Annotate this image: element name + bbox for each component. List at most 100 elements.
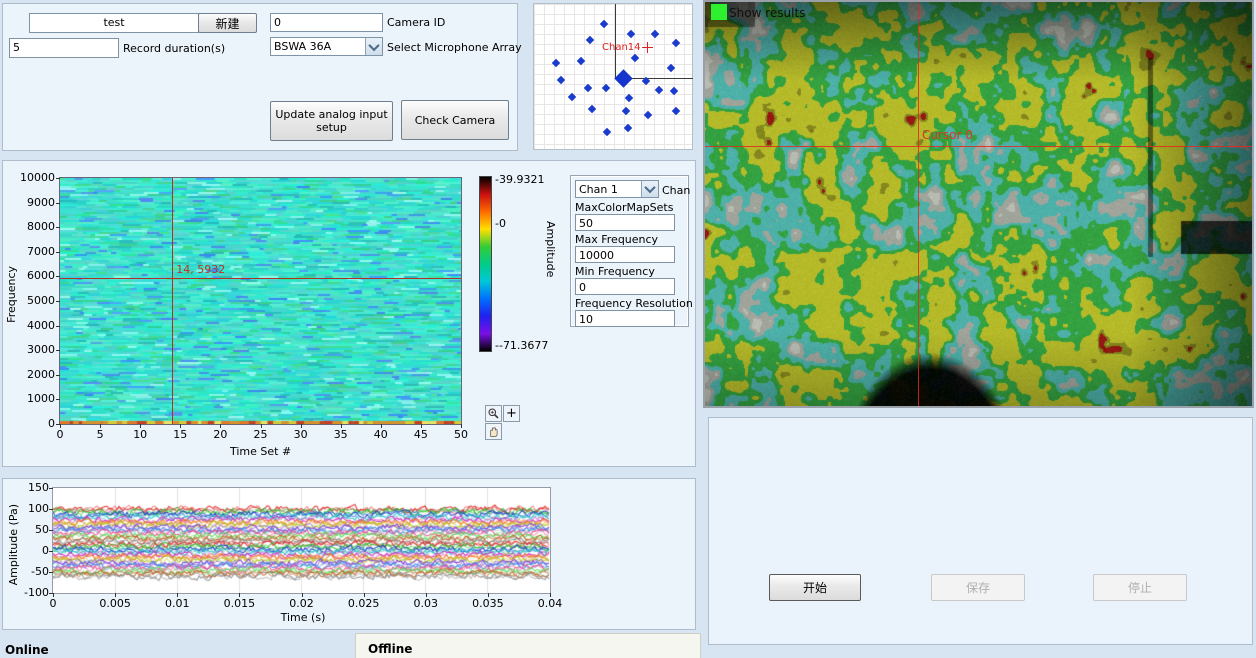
- y-tick-label: 6000: [15, 269, 55, 282]
- mic-point: [584, 84, 592, 92]
- mic-plot-axis-v: [615, 4, 616, 78]
- x-tick-label: 5: [85, 428, 115, 441]
- x-tick-label: 35: [326, 428, 356, 441]
- zoom-tool-button[interactable]: [485, 405, 502, 422]
- test-name-input[interactable]: test: [29, 13, 199, 33]
- x-tick-label: 0: [45, 428, 75, 441]
- x-tick-label: 0.035: [468, 597, 508, 610]
- mic-point: [622, 107, 630, 115]
- amplitude-colorbar: [479, 176, 492, 352]
- mic-array-plot[interactable]: Chan14: [533, 3, 693, 150]
- show-results-checkbox[interactable]: [711, 4, 727, 20]
- magnifier-icon: [487, 407, 500, 420]
- camera-cursor-label: Cursor 0: [922, 128, 973, 142]
- max-colormap-sets-label: MaxColorMapSets: [575, 201, 673, 214]
- setup-panel: test 新建 5 Record duration(s) 0 Camera ID…: [2, 3, 518, 151]
- x-tick-label: 20: [205, 428, 235, 441]
- spectrogram-image[interactable]: [60, 178, 461, 424]
- spectrogram-cursor-vline[interactable]: [172, 178, 173, 424]
- channel-value: Chan 1: [576, 181, 641, 198]
- cursor-move-tool-button[interactable]: +: [503, 405, 520, 422]
- waveform-chart-image[interactable]: [53, 488, 550, 593]
- update-analog-input-button[interactable]: Update analog input setup: [270, 101, 393, 141]
- min-frequency-input[interactable]: 0: [575, 278, 675, 295]
- mic-array-select[interactable]: BSWA 36A: [270, 37, 383, 56]
- y-tick-label: 0: [11, 544, 49, 557]
- spectrogram-controls-panel: Chan 1 Chan MaxColorMapSets 50 Max Frequ…: [570, 175, 689, 327]
- max-colormap-sets-input[interactable]: 50: [575, 214, 675, 231]
- chevron-down-icon[interactable]: [641, 181, 658, 197]
- show-results-label: Show results: [729, 6, 805, 20]
- record-duration-input[interactable]: 5: [9, 38, 119, 58]
- y-tick-label: 1000: [15, 392, 55, 405]
- frequency-resolution-input[interactable]: 10: [575, 310, 675, 327]
- channel-select[interactable]: Chan 1: [575, 180, 659, 198]
- plus-cursor-icon: +: [506, 406, 517, 421]
- save-button[interactable]: 保存: [931, 574, 1025, 601]
- waveform-xlabel: Time (s): [273, 611, 333, 624]
- hand-icon: [487, 425, 500, 438]
- mic-cursor-label: Chan14: [602, 42, 641, 53]
- x-tick-label: 0.005: [95, 597, 135, 610]
- mic-point: [672, 107, 680, 115]
- pan-tool-button[interactable]: [485, 423, 502, 440]
- x-tick-label: 30: [286, 428, 316, 441]
- x-tick-label: 15: [165, 428, 195, 441]
- x-tick-label: 0.03: [406, 597, 446, 610]
- mic-array-label: Select Microphone Array: [387, 41, 522, 54]
- chevron-down-icon[interactable]: [365, 38, 382, 55]
- frequency-resolution-label: Frequency Resolution: [575, 297, 693, 310]
- x-tick-label: 0.02: [282, 597, 322, 610]
- mic-point: [651, 30, 659, 38]
- x-tick-label: 50: [446, 428, 476, 441]
- camera-id-input[interactable]: 0: [270, 13, 383, 32]
- camera-view-panel: Cursor 0 Show results: [703, 0, 1254, 408]
- offline-status-label: Offline: [368, 642, 412, 656]
- stop-button[interactable]: 停止: [1093, 574, 1187, 601]
- max-frequency-label: Max Frequency: [575, 233, 658, 246]
- check-camera-button[interactable]: Check Camera: [401, 100, 509, 140]
- colorbar-min-label: --71.3677: [495, 339, 548, 352]
- mic-point: [655, 86, 663, 94]
- mic-cursor-cross[interactable]: [647, 42, 648, 53]
- mic-point: [670, 87, 678, 95]
- spectrogram-cursor-hline[interactable]: [60, 278, 461, 279]
- y-tick-label: 150: [11, 481, 49, 494]
- start-button[interactable]: 开始: [769, 574, 861, 601]
- mic-point: [557, 76, 565, 84]
- record-duration-label: Record duration(s): [123, 42, 225, 55]
- camera-overlay-image[interactable]: [705, 2, 1252, 406]
- offline-status-box: Offline: [355, 633, 701, 658]
- mic-point: [625, 94, 633, 102]
- new-button[interactable]: 新建: [198, 13, 257, 33]
- x-tick-label: 0.025: [344, 597, 384, 610]
- camera-cursor-hline[interactable]: [705, 146, 1252, 147]
- min-frequency-label: Min Frequency: [575, 265, 655, 278]
- mic-point: [602, 84, 610, 92]
- y-tick-label: 50: [11, 523, 49, 536]
- y-tick-label: 8000: [15, 220, 55, 233]
- camera-cursor-vline[interactable]: [918, 2, 919, 406]
- spectrogram-xlabel: Time Set #: [230, 445, 290, 458]
- spectrogram-panel: Frequency Time Set # 14, 5932 -39.9321 -…: [2, 160, 696, 467]
- max-frequency-input[interactable]: 10000: [575, 246, 675, 263]
- x-tick-label: 10: [125, 428, 155, 441]
- x-tick-label: 0: [33, 597, 73, 610]
- colorbar-zero-label: -0: [495, 217, 506, 230]
- mic-point: [603, 128, 611, 136]
- y-tick-label: 9000: [15, 196, 55, 209]
- camera-id-label: Camera ID: [387, 16, 445, 29]
- mic-point: [667, 64, 675, 72]
- waveform-panel: Amplitude (Pa) Time (s) 150100500-50-100…: [2, 478, 696, 630]
- mic-point: [577, 57, 585, 65]
- y-tick-label: 3000: [15, 343, 55, 356]
- mic-point: [644, 111, 652, 119]
- x-tick-label: 0.04: [530, 597, 570, 610]
- acoustic-camera-app: { "window": {"bg": "#d7e4f2", "panel_bg"…: [0, 0, 1256, 658]
- spectrogram-cursor-label: 14, 5932: [176, 263, 225, 276]
- y-tick-label: 5000: [15, 294, 55, 307]
- mic-point: [624, 124, 632, 132]
- y-tick-label: 7000: [15, 245, 55, 258]
- colorbar-title: Amplitude: [544, 221, 557, 277]
- mic-point: [631, 54, 639, 62]
